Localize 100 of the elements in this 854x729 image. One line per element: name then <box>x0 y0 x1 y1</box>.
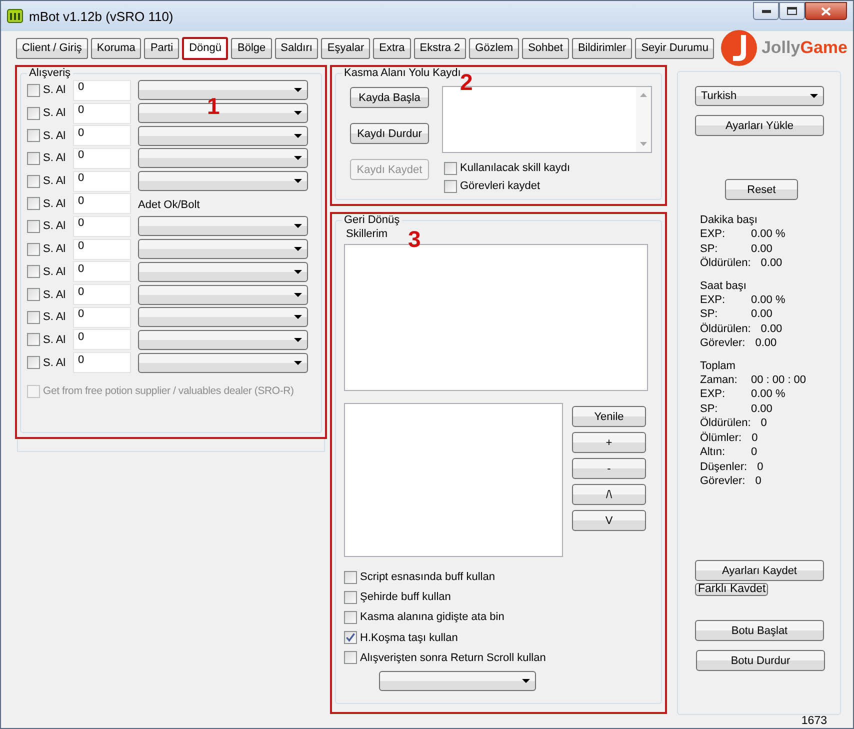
tab[interactable]: Client / Giriş <box>16 38 88 58</box>
checkbox[interactable] <box>27 197 40 210</box>
tab[interactable]: Koruma <box>90 38 142 58</box>
tab[interactable]: Bildirimler <box>572 38 632 58</box>
input-field[interactable]: 0 <box>73 193 131 214</box>
status-text: 1673 <box>801 715 827 727</box>
input-field[interactable]: 0 <box>73 261 131 282</box>
button[interactable]: Yenile <box>572 406 646 427</box>
checkbox-label: S. Al <box>43 84 67 96</box>
stat-label: EXP: <box>700 227 726 242</box>
input-field[interactable]: 0 <box>73 216 131 237</box>
dropdown[interactable] <box>138 239 308 260</box>
caret-icon <box>810 94 818 98</box>
stat-value: 0.00 % <box>751 227 786 242</box>
group-title: Kasma Alanı Yolu Kaydı <box>343 67 461 79</box>
button[interactable]: Reset <box>725 179 798 200</box>
tab[interactable]: Extra <box>373 38 411 58</box>
button[interactable]: Botu Durdur <box>696 650 825 672</box>
dropdown[interactable] <box>138 126 308 146</box>
stats-heading: Toplam <box>700 358 736 374</box>
checkbox[interactable] <box>27 310 40 324</box>
checkbox-label: Alışverişten sonra Return Scroll kullan <box>360 652 546 664</box>
button[interactable]: V <box>572 510 646 531</box>
scroll-bar[interactable] <box>636 87 651 152</box>
caret-icon <box>294 315 302 320</box>
input-field[interactable]: 0 <box>73 306 131 328</box>
tab[interactable]: Sohbet <box>522 38 569 58</box>
tab[interactable]: Saldırı <box>274 38 318 58</box>
maximize-button[interactable] <box>779 2 805 20</box>
tab[interactable]: Eşyalar <box>321 38 370 58</box>
button[interactable]: Ayarları Yükle <box>695 115 824 136</box>
checkbox[interactable] <box>27 220 40 233</box>
checkbox[interactable] <box>27 174 40 188</box>
dropdown[interactable] <box>138 171 308 192</box>
tab[interactable]: Gözlem <box>469 38 520 58</box>
caret-icon <box>294 134 302 138</box>
dropdown[interactable] <box>138 216 308 236</box>
dropdown[interactable] <box>379 670 536 691</box>
tab[interactable]: Parti <box>144 38 180 58</box>
input-field[interactable]: 0 <box>73 284 131 306</box>
stat-label: Görevler: <box>700 336 746 351</box>
input-field[interactable]: 0 <box>73 102 131 124</box>
dropdown[interactable] <box>138 148 308 168</box>
tab[interactable]: Seyir Durumu <box>635 38 714 58</box>
checkbox[interactable] <box>344 570 357 584</box>
checkbox[interactable] <box>344 610 357 624</box>
checkbox[interactable] <box>27 333 40 346</box>
checkbox[interactable] <box>344 651 357 664</box>
input-field[interactable]: 0 <box>73 125 131 146</box>
stat-value: 0.00 <box>751 242 772 256</box>
input-field[interactable]: 0 <box>73 329 131 350</box>
button[interactable]: - <box>572 458 646 479</box>
tab[interactable]: Döngü <box>182 36 228 60</box>
stat-label: Öldürülen: <box>700 416 751 431</box>
dropdown[interactable] <box>138 307 308 328</box>
dropdown[interactable] <box>138 352 308 373</box>
input-field[interactable]: 0 <box>73 148 131 169</box>
checkbox[interactable] <box>344 590 357 604</box>
stats-heading: Saat başı <box>700 278 748 294</box>
input-field[interactable]: 0 <box>73 352 131 374</box>
checkbox[interactable] <box>444 162 457 174</box>
checkbox[interactable] <box>27 129 40 142</box>
tab[interactable]: Ekstra 2 <box>414 38 466 58</box>
checkbox[interactable] <box>27 288 40 302</box>
button[interactable]: + <box>572 432 646 453</box>
checkbox[interactable] <box>444 180 457 192</box>
list-label: Skillerim <box>346 228 388 240</box>
stat-label: EXP: <box>700 387 726 402</box>
stat-value: 0.00 <box>755 336 777 351</box>
input-field[interactable]: 0 <box>73 170 131 192</box>
checkbox[interactable] <box>344 631 357 644</box>
dropdown[interactable] <box>138 284 308 305</box>
dropdown[interactable] <box>138 262 308 282</box>
checkbox-label: Şehirde buff kullan <box>360 591 451 604</box>
stat-value: 0.00 <box>751 402 772 416</box>
button[interactable]: Kaydı Durdur <box>350 123 429 144</box>
dropdown[interactable]: Turkish <box>695 86 824 106</box>
input-field[interactable]: 0 <box>73 238 131 260</box>
input-field[interactable]: 0 <box>73 80 131 101</box>
checkbox[interactable] <box>27 152 40 165</box>
button[interactable]: Ayarları Kaydet <box>695 560 824 582</box>
stat-label: Zaman: <box>700 373 738 388</box>
stat-value: 0.00 % <box>751 387 786 402</box>
checkbox[interactable] <box>27 106 40 120</box>
tab[interactable]: Bölge <box>231 38 272 58</box>
list-box[interactable] <box>344 403 563 557</box>
annotation-number: 3 <box>408 226 421 253</box>
checkbox[interactable] <box>27 265 40 278</box>
dropdown[interactable] <box>138 330 308 350</box>
close-button[interactable] <box>805 2 847 20</box>
checkbox[interactable] <box>27 356 40 370</box>
button[interactable]: Kayda Başla <box>350 87 429 108</box>
button[interactable]: Botu Başlat <box>695 620 824 642</box>
button[interactable]: /\ <box>572 484 646 505</box>
checkbox[interactable] <box>27 84 40 97</box>
button[interactable]: Farklı Kavdet <box>695 583 768 596</box>
checkbox[interactable] <box>27 242 40 256</box>
minimize-button[interactable] <box>753 2 779 20</box>
stat-value: 0.00 <box>760 322 782 336</box>
window-title: mBot v1.12b (vSRO 110) <box>29 8 174 24</box>
